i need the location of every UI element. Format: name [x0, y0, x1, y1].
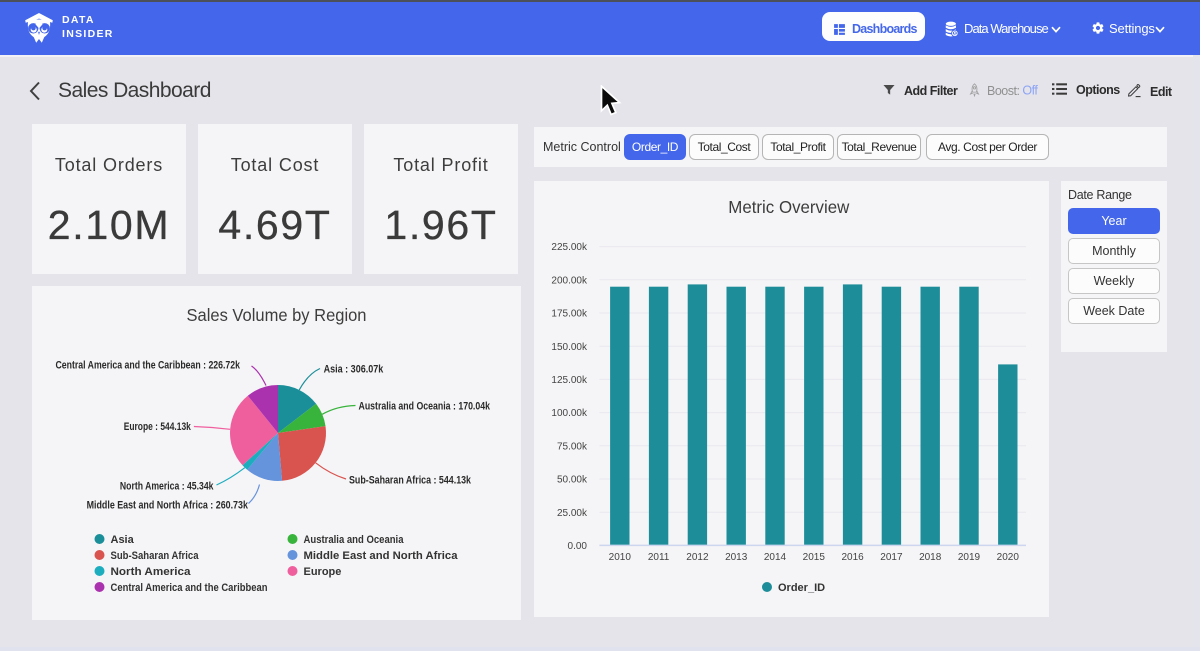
svg-text:200.00k: 200.00k — [551, 275, 588, 286]
svg-text:North America: North America — [111, 566, 192, 578]
svg-text:2014: 2014 — [764, 552, 787, 563]
svg-text:2015: 2015 — [803, 552, 826, 563]
svg-text:100.00k: 100.00k — [551, 408, 588, 419]
svg-text:Central America and the Caribb: Central America and the Caribbean : 226.… — [56, 359, 241, 371]
svg-text:2020: 2020 — [997, 552, 1020, 563]
svg-text:Middle East and North Africa: Middle East and North Africa — [304, 550, 459, 562]
svg-text:175.00k: 175.00k — [551, 309, 588, 320]
svg-text:125.00k: 125.00k — [551, 375, 588, 386]
svg-text:2016: 2016 — [841, 552, 864, 563]
svg-text:2019: 2019 — [958, 552, 981, 563]
svg-text:Asia: Asia — [111, 534, 135, 546]
svg-text:150.00k: 150.00k — [551, 342, 588, 353]
svg-text:2011: 2011 — [648, 552, 670, 563]
svg-text:Metric Overview: Metric Overview — [728, 197, 849, 217]
svg-text:2013: 2013 — [725, 552, 748, 563]
svg-text:Sub-Saharan Africa: Sub-Saharan Africa — [111, 550, 200, 562]
svg-text:North America : 45.34k: North America : 45.34k — [120, 480, 214, 492]
svg-text:Australia and Oceania: Australia and Oceania — [304, 534, 405, 546]
svg-text:2010: 2010 — [609, 552, 632, 563]
svg-text:0.00: 0.00 — [568, 541, 588, 552]
svg-text:Europe : 544.13k: Europe : 544.13k — [124, 421, 192, 433]
svg-text:225.00k: 225.00k — [551, 242, 588, 253]
svg-text:Sub-Saharan Africa : 544.13k: Sub-Saharan Africa : 544.13k — [349, 474, 472, 486]
svg-text:Sales Volume by Region: Sales Volume by Region — [187, 305, 367, 325]
svg-text:Central America and the Caribb: Central America and the Caribbean — [111, 582, 268, 594]
svg-text:75.00k: 75.00k — [557, 441, 588, 452]
svg-text:2017: 2017 — [880, 552, 903, 563]
svg-text:2012: 2012 — [686, 552, 709, 563]
svg-text:2018: 2018 — [919, 552, 942, 563]
svg-text:Australia and Oceania : 170.04: Australia and Oceania : 170.04k — [359, 401, 491, 413]
svg-text:Asia : 306.07k: Asia : 306.07k — [324, 364, 384, 376]
svg-text:Middle East and North Africa :: Middle East and North Africa : 260.73k — [87, 500, 249, 512]
svg-text:Europe: Europe — [304, 566, 342, 578]
svg-text:Order_ID: Order_ID — [778, 582, 825, 594]
svg-text:25.00k: 25.00k — [557, 508, 588, 519]
svg-text:50.00k: 50.00k — [557, 475, 588, 486]
